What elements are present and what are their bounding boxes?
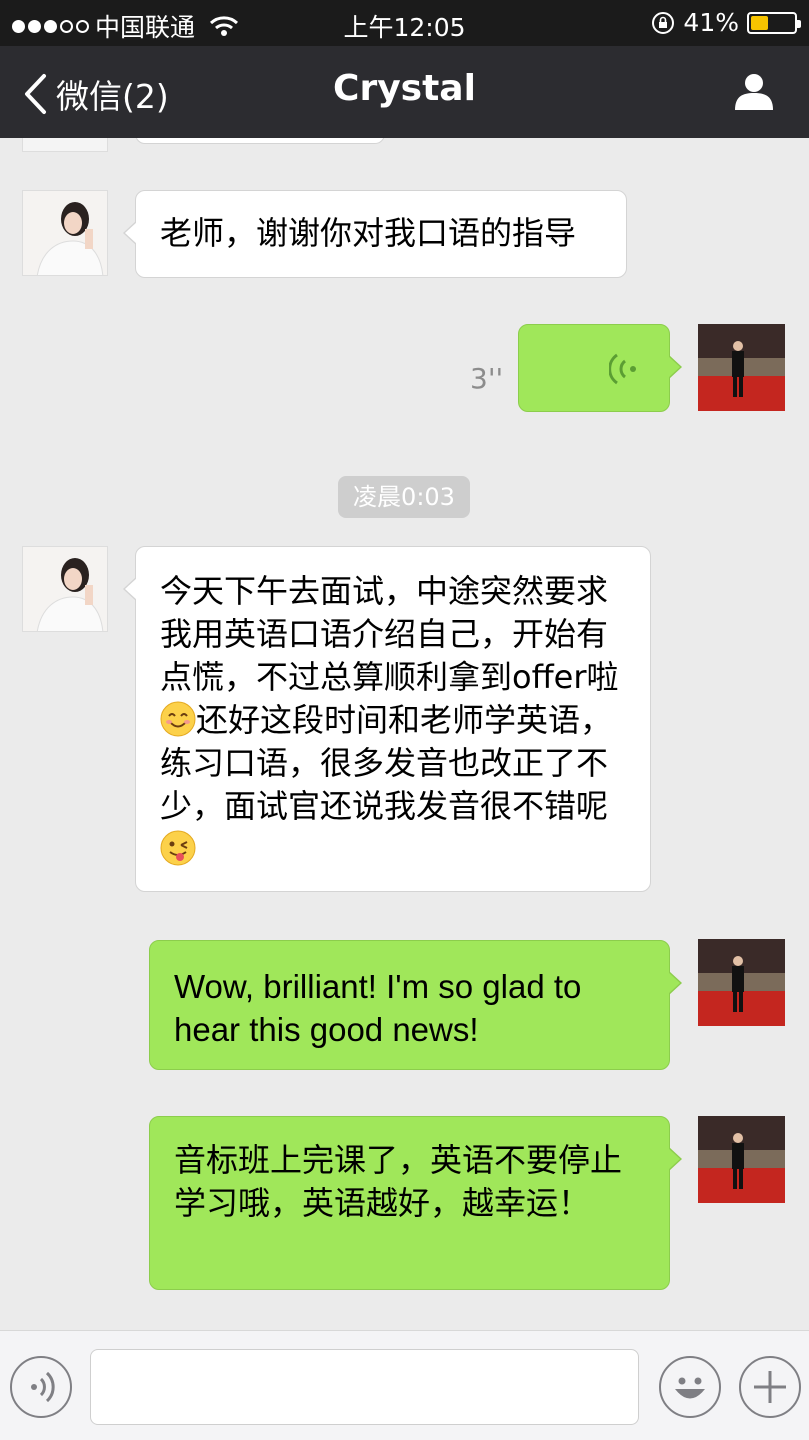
rotation-lock-icon xyxy=(652,11,675,34)
input-bar xyxy=(0,1330,809,1440)
voice-wave-icon xyxy=(609,353,636,385)
message-bubble-outgoing[interactable]: 音标班上完课了，英语不要停止学习哦，英语越好，越幸运！ xyxy=(149,1116,682,1290)
chat-area[interactable]: 老师，谢谢你对我口语的指导 3'' 凌晨0:03 今天下午去面试，中途突然要求我… xyxy=(0,138,809,1330)
message-text: 今天下午去面试，中途突然要求我用英语口语介绍自己，开始有点慌，不过总算顺利拿到o… xyxy=(160,572,619,696)
avatar-image xyxy=(23,547,107,631)
status-bar: 中国联通 上午12:05 41% xyxy=(0,0,809,46)
avatar-image xyxy=(698,324,785,411)
emoji-button[interactable] xyxy=(659,1356,721,1418)
battery-fill xyxy=(751,15,769,30)
message-text: 还好这段时间和老师学英语，练习口语，很多发音也改正了不少，面试官还说我发音很不错… xyxy=(160,701,613,825)
person-icon[interactable] xyxy=(733,70,775,112)
emoji-icon xyxy=(675,1377,705,1399)
message-bubble-incoming[interactable]: 老师，谢谢你对我口语的指导 xyxy=(123,190,627,278)
plus-button[interactable] xyxy=(739,1356,801,1418)
nav-bar: 微信(2) Crystal xyxy=(0,46,809,138)
message-text: Wow, brilliant! I'm so glad to hear this… xyxy=(174,968,582,1048)
avatar-image xyxy=(23,191,107,275)
smile-emoji-icon xyxy=(160,701,196,737)
user-avatar[interactable] xyxy=(698,324,785,411)
battery-percent: 41% xyxy=(683,8,739,37)
message-text: 音标班上完课了，英语不要停止学习哦，英语越好，越幸运！ xyxy=(174,1141,623,1222)
contact-avatar[interactable] xyxy=(22,190,108,276)
user-avatar[interactable] xyxy=(698,939,785,1026)
user-avatar[interactable] xyxy=(698,1116,785,1203)
message-input[interactable] xyxy=(90,1349,639,1425)
message-bubble-incoming[interactable]: 今天下午去面试，中途突然要求我用英语口语介绍自己，开始有点慌，不过总算顺利拿到o… xyxy=(123,546,651,892)
message-bubble-outgoing[interactable]: Wow, brilliant! I'm so glad to hear this… xyxy=(149,940,682,1070)
plus-icon xyxy=(754,1371,786,1403)
wink-tongue-emoji-icon xyxy=(160,830,196,866)
contact-avatar[interactable] xyxy=(22,138,108,152)
status-right: 41% xyxy=(651,8,801,37)
voice-duration: 3'' xyxy=(470,362,504,395)
chat-title: Crystal xyxy=(333,68,476,109)
voice-input-icon xyxy=(31,1371,55,1403)
contact-avatar[interactable] xyxy=(22,546,108,632)
voice-message-bubble[interactable] xyxy=(518,324,682,412)
message-text: 老师，谢谢你对我口语的指导 xyxy=(160,214,577,252)
timestamp: 凌晨0:03 xyxy=(338,476,470,518)
voice-input-button[interactable] xyxy=(10,1356,72,1418)
avatar-image xyxy=(698,939,785,1026)
battery-icon xyxy=(747,11,801,34)
avatar-image xyxy=(698,1116,785,1203)
message-bubble-partial[interactable] xyxy=(135,138,385,144)
